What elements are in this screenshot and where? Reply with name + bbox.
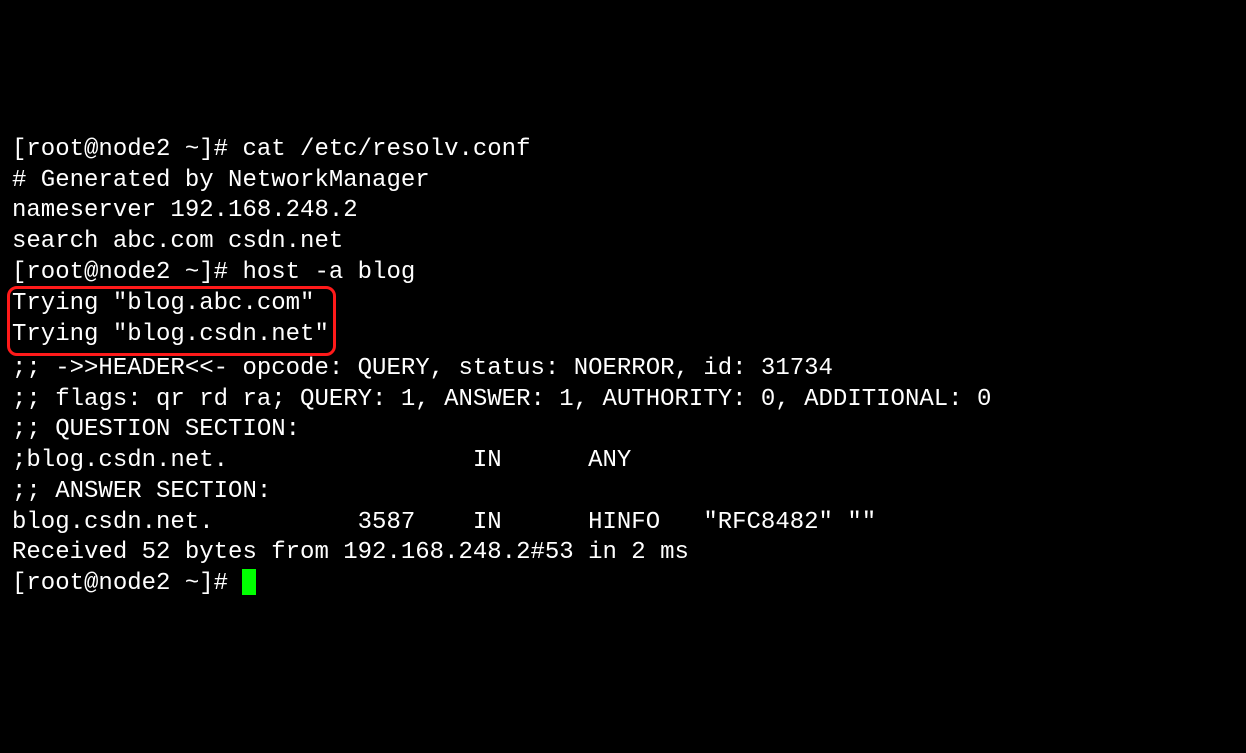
shell-line: [root@node2 ~]# cat /etc/resolv.conf: [12, 135, 1234, 166]
output-line: # Generated by NetworkManager: [12, 166, 1234, 197]
output-line: ;; flags: qr rd ra; QUERY: 1, ANSWER: 1,…: [12, 385, 1234, 416]
output-line: nameserver 192.168.248.2: [12, 196, 1234, 227]
shell-line: [root@node2 ~]#: [12, 569, 1234, 600]
shell-prompt: [root@node2 ~]#: [12, 136, 242, 163]
cursor-icon: [242, 569, 256, 595]
output-line: ;; ANSWER SECTION:: [12, 477, 1234, 508]
shell-prompt: [root@node2 ~]#: [12, 259, 242, 286]
output-line: search abc.com csdn.net: [12, 227, 1234, 258]
output-line: blog.csdn.net. 3587 IN HINFO "RFC8482" "…: [12, 508, 1234, 539]
terminal-output[interactable]: [root@node2 ~]# cat /etc/resolv.conf# Ge…: [12, 135, 1234, 600]
output-line: Received 52 bytes from 192.168.248.2#53 …: [12, 538, 1234, 569]
shell-command: cat /etc/resolv.conf: [242, 136, 530, 163]
shell-line: [root@node2 ~]# host -a blog: [12, 258, 1234, 289]
output-line: ;blog.csdn.net. IN ANY: [12, 446, 1234, 477]
highlight-annotation: Trying "blog.abc.com"Trying "blog.csdn.n…: [7, 286, 336, 355]
output-line: Trying "blog.csdn.net": [12, 320, 329, 351]
shell-prompt: [root@node2 ~]#: [12, 570, 242, 597]
output-line: ;; QUESTION SECTION:: [12, 415, 1234, 446]
output-line: ;; ->>HEADER<<- opcode: QUERY, status: N…: [12, 354, 1234, 385]
output-line: Trying "blog.abc.com": [12, 289, 329, 320]
shell-command: host -a blog: [242, 259, 415, 286]
